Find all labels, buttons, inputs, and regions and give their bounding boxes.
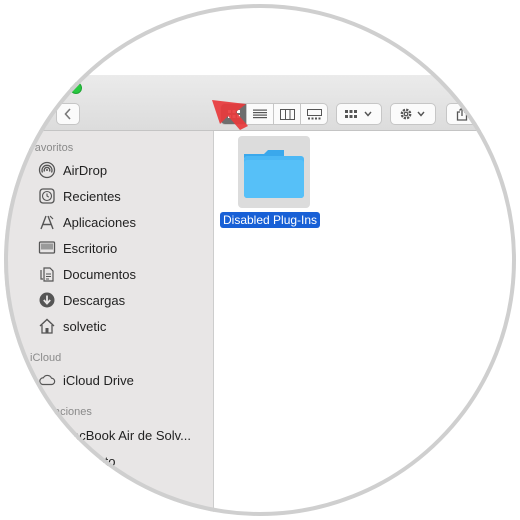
sidebar-item-label: Aplicaciones	[63, 214, 136, 230]
sidebar-section-icloud: iCloud	[30, 352, 62, 364]
sidebar-item-documentos[interactable]: Documentos	[38, 263, 136, 285]
sidebar-item-escritorio[interactable]: Escritorio	[38, 237, 117, 259]
folder-name-label: Disabled Plug-Ins	[220, 212, 321, 228]
sidebar-item-descargas[interactable]: Descargas	[38, 289, 125, 311]
sidebar-item-solvetic[interactable]: solvetic	[38, 315, 106, 337]
sidebar-item-aplicaciones[interactable]: Aplicaciones	[38, 211, 136, 233]
sidebar-item-remoto[interactable]: remoto	[70, 450, 115, 472]
action-menu-button[interactable]	[390, 103, 436, 125]
chevron-left-icon	[64, 108, 71, 120]
finder-window: Favoritos AirDrop Recientes Aplicaciones…	[4, 4, 516, 516]
desktop-icon	[38, 239, 56, 257]
zoom-window-button[interactable]	[70, 82, 82, 94]
gallery-view-icon	[306, 108, 322, 119]
group-by-button[interactable]	[336, 103, 382, 125]
folder-thumbnail	[238, 136, 310, 208]
magnifier-circle: Favoritos AirDrop Recientes Aplicaciones…	[4, 4, 516, 516]
airdrop-icon	[38, 161, 56, 179]
sidebar-item-label: iCloud Drive	[63, 372, 134, 388]
folder-icon	[244, 150, 304, 198]
column-view-button[interactable]	[274, 103, 301, 125]
annotation-arrow-icon	[212, 100, 248, 130]
sidebar-section-favorites: Favoritos	[28, 142, 74, 154]
document-icon	[38, 265, 56, 283]
gallery-view-button[interactable]	[301, 103, 328, 125]
back-button[interactable]	[56, 103, 80, 125]
sidebar-item-label: solvetic	[63, 318, 107, 334]
sidebar-item-label: Escritorio	[63, 240, 118, 256]
group-by-icon	[345, 110, 372, 118]
sidebar-item-label: Descargas	[63, 292, 126, 308]
sidebar-item-label: AirDrop	[63, 162, 108, 178]
sidebar-item-label: Documentos	[63, 266, 136, 282]
download-icon	[38, 291, 56, 309]
home-icon	[38, 317, 56, 335]
clock-icon	[38, 187, 56, 205]
sidebar-item-label: Recientes	[63, 188, 121, 204]
gear-icon	[400, 108, 425, 120]
applications-icon	[38, 213, 56, 231]
sidebar-item-recientes[interactable]: Recientes	[38, 185, 121, 207]
column-view-icon	[279, 108, 295, 120]
sidebar-item-label: remoto	[75, 453, 116, 469]
sidebar-section-locations: aciones	[54, 406, 92, 418]
sidebar-item-icloud-drive[interactable]: iCloud Drive	[38, 369, 134, 391]
sidebar-item-airdrop[interactable]: AirDrop	[38, 159, 107, 181]
sidebar-item-macbook[interactable]: acBook Air de Solv...	[52, 424, 191, 446]
sidebar-item-label: acBook Air de Solv...	[72, 427, 191, 443]
cloud-icon	[38, 371, 56, 389]
share-button[interactable]	[446, 103, 478, 125]
share-icon	[456, 107, 468, 121]
